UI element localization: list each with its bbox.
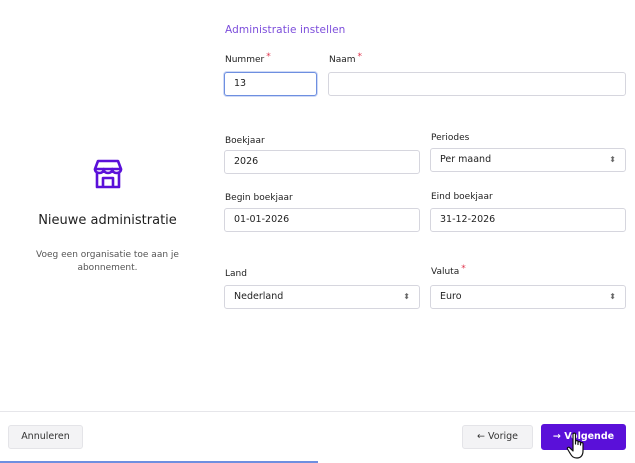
select-arrows-icon: ⬍ [609,292,616,301]
previous-button-label: Vorige [488,431,518,442]
required-marker: * [461,264,466,274]
valuta-label: Valuta * [431,264,466,277]
periodes-label: Periodes [431,133,470,143]
boekjaar-label: Boekjaar [225,136,265,146]
cancel-button-label: Annuleren [21,431,70,442]
naam-label: Naam * [329,52,363,65]
section-title: Administratie instellen [225,24,346,36]
begin-boekjaar-value: 01-01-2026 [234,214,290,225]
intro-panel: Nieuwe administratie Voeg een organisati… [0,0,215,410]
valuta-value: Euro [440,291,462,302]
footer-divider [0,411,635,412]
required-marker: * [357,52,363,62]
land-select[interactable]: Nederland ⬍ [224,285,420,309]
eind-boekjaar-label: Eind boekjaar [431,192,493,202]
required-marker: * [266,52,271,62]
valuta-select[interactable]: Euro ⬍ [430,285,626,309]
nummer-value: 13 [234,78,247,89]
naam-input[interactable] [328,72,626,96]
store-icon [93,159,123,189]
panel-title: Nieuwe administratie [38,213,177,228]
panel-subtitle: Voeg een organisatie toe aan je abonneme… [36,250,179,273]
begin-boekjaar-input[interactable]: 01-01-2026 [224,208,420,232]
arrow-right-icon: → [552,431,561,442]
land-value: Nederland [234,291,284,302]
select-arrows-icon: ⬍ [609,155,616,164]
select-arrows-icon: ⬍ [403,292,410,301]
hand-cursor-icon [566,432,584,459]
nummer-input[interactable]: 13 [224,72,317,96]
eind-boekjaar-value: 31-12-2026 [440,214,496,225]
arrow-left-icon: ← [477,431,485,442]
nummer-label: Nummer * [225,52,271,65]
valuta-label-text: Valuta [431,267,460,277]
nummer-label-text: Nummer [225,55,265,65]
naam-label-text: Naam [329,55,356,65]
cancel-button[interactable]: Annuleren [8,425,83,449]
eind-boekjaar-input[interactable]: 31-12-2026 [430,208,626,232]
boekjaar-value: 2026 [234,156,259,167]
periodes-value: Per maand [440,154,492,165]
periodes-select[interactable]: Per maand ⬍ [430,148,626,172]
land-label: Land [225,269,247,279]
boekjaar-input[interactable]: 2026 [224,150,420,174]
begin-boekjaar-label: Begin boekjaar [225,193,293,203]
previous-button[interactable]: ← Vorige [462,425,533,449]
